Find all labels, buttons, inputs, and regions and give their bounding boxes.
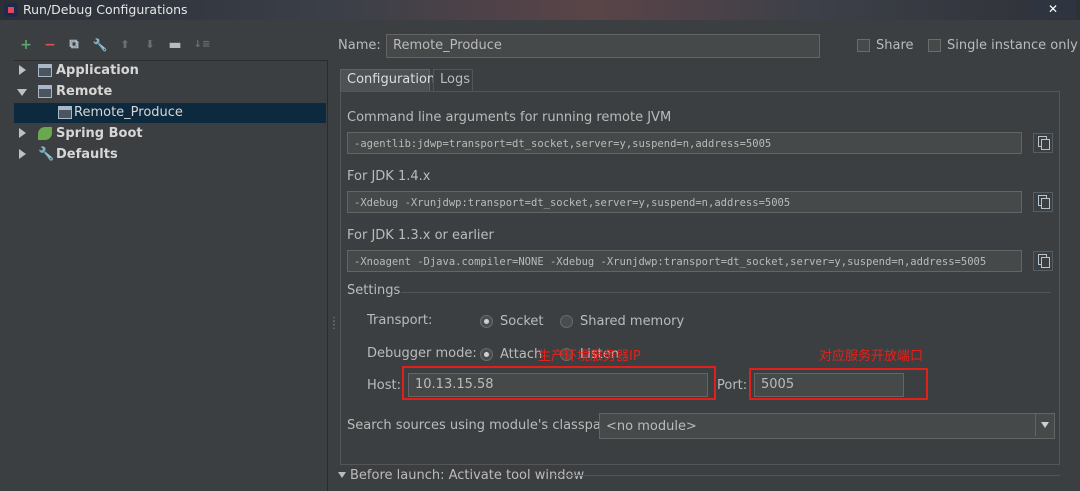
tree-item-label: Defaults xyxy=(56,147,118,162)
port-label: Port: xyxy=(717,378,748,393)
copy-jdk13-button[interactable] xyxy=(1033,251,1053,271)
jdk14-label: For JDK 1.4.x xyxy=(347,169,431,184)
tab-logs[interactable]: Logs xyxy=(433,69,473,91)
remote-config-icon xyxy=(58,106,72,119)
jdk14-field[interactable]: -Xdebug -Xrunjdwp:transport=dt_socket,se… xyxy=(347,191,1022,213)
jdk13-field[interactable]: -Xnoagent -Djava.compiler=NONE -Xdebug -… xyxy=(347,250,1022,272)
window-title: Run/Debug Configurations xyxy=(23,2,188,17)
module-classpath-dropdown[interactable]: <no module> xyxy=(599,413,1055,439)
tree-item-label: Application xyxy=(56,63,139,78)
remote-window-icon xyxy=(38,85,52,98)
jdk13-label: For JDK 1.3.x or earlier xyxy=(347,228,494,243)
tab-configuration[interactable]: Configuration xyxy=(340,69,435,91)
move-down-icon[interactable]: ⬇ xyxy=(142,37,158,53)
expand-arrow-icon[interactable] xyxy=(19,149,26,159)
intellij-app-icon xyxy=(4,3,18,17)
tree-item-remote[interactable]: Remote xyxy=(14,82,326,102)
expand-arrow-icon[interactable] xyxy=(19,128,26,138)
copy-cmd-args-button[interactable] xyxy=(1033,133,1053,153)
module-classpath-label: Search sources using module's classpath: xyxy=(347,418,619,433)
cmd-args-field[interactable]: -agentlib:jdwp=transport=dt_socket,serve… xyxy=(347,132,1022,154)
tree-item-defaults[interactable]: 🔧 Defaults xyxy=(14,145,326,165)
single-instance-checkbox[interactable] xyxy=(928,39,941,52)
transport-shared-memory-radio[interactable] xyxy=(560,315,573,328)
name-label: Name: xyxy=(338,38,381,53)
debugger-attach-label: Attach xyxy=(500,347,543,362)
chevron-down-icon[interactable] xyxy=(1035,414,1054,436)
copy-jdk14-button[interactable] xyxy=(1033,192,1053,212)
cmd-args-label: Command line arguments for running remot… xyxy=(347,110,672,125)
wrench-icon[interactable]: 🔧 xyxy=(92,37,108,53)
share-checkbox[interactable] xyxy=(857,39,870,52)
transport-socket-radio[interactable] xyxy=(480,315,493,328)
module-classpath-value: <no module> xyxy=(606,419,697,434)
port-input[interactable]: 5005 xyxy=(754,373,904,397)
copy-icon xyxy=(1038,136,1050,150)
title-bar: Run/Debug Configurations ✕ xyxy=(0,0,1080,20)
collapse-triangle-icon[interactable] xyxy=(338,472,346,478)
copy-icon xyxy=(1038,195,1050,209)
port-annotation: 对应服务开放端口 xyxy=(819,349,924,364)
settings-divider xyxy=(401,292,1051,293)
configurations-tree: Application Remote Remote_Produce Spring… xyxy=(14,60,328,491)
configuration-tab-panel: Command line arguments for running remot… xyxy=(340,91,1060,465)
expand-arrow-icon[interactable] xyxy=(19,65,26,75)
configuration-form: Name: Remote_Produce Share Single instan… xyxy=(336,20,1080,490)
close-window-button[interactable]: ✕ xyxy=(1030,0,1076,18)
tree-item-label: Remote xyxy=(56,84,113,99)
move-up-icon[interactable]: ⬆ xyxy=(117,37,133,53)
configurations-panel: + − ⧉ 🔧 ⬆ ⬇ ▬ ↓≡ Application Remote Remo… xyxy=(14,33,328,491)
transport-label: Transport: xyxy=(367,313,433,328)
transport-shared-memory-label: Shared memory xyxy=(580,314,685,329)
settings-label: Settings xyxy=(347,283,401,298)
before-launch-label: Before launch: Activate tool window xyxy=(350,468,585,483)
share-label: Share xyxy=(876,38,914,53)
collapse-arrow-icon[interactable] xyxy=(17,89,27,96)
panel-splitter[interactable]: ⋮ ⋮ xyxy=(327,20,339,490)
defaults-wrench-icon: 🔧 xyxy=(38,147,55,162)
transport-socket-label: Socket xyxy=(500,314,544,329)
copy-icon xyxy=(1038,254,1050,268)
tree-item-remote-produce[interactable]: Remote_Produce xyxy=(14,103,326,123)
tree-item-application[interactable]: Application xyxy=(14,61,326,81)
host-input[interactable]: 10.13.15.58 xyxy=(408,373,708,397)
name-input[interactable]: Remote_Produce xyxy=(386,34,820,58)
spring-leaf-icon xyxy=(38,127,52,140)
host-annotation: 生产环境服务器IP xyxy=(538,349,641,364)
copy-icon[interactable]: ⧉ xyxy=(66,37,82,53)
debugger-attach-radio[interactable] xyxy=(480,348,493,361)
tree-item-label: Remote_Produce xyxy=(74,105,183,120)
add-icon[interactable]: + xyxy=(18,37,34,53)
sort-icon[interactable]: ↓≡ xyxy=(192,37,212,53)
remove-icon[interactable]: − xyxy=(42,37,58,53)
host-label: Host: xyxy=(367,378,401,393)
tree-item-label: Spring Boot xyxy=(56,126,143,141)
before-launch-section[interactable]: Before launch: Activate tool window xyxy=(338,468,1063,484)
debugger-mode-label: Debugger mode: xyxy=(367,346,477,361)
single-instance-label: Single instance only xyxy=(947,38,1078,53)
application-window-icon xyxy=(38,64,52,77)
folder-icon[interactable]: ▬ xyxy=(167,37,183,53)
before-launch-divider xyxy=(552,475,1060,476)
tree-item-spring-boot[interactable]: Spring Boot xyxy=(14,124,326,144)
